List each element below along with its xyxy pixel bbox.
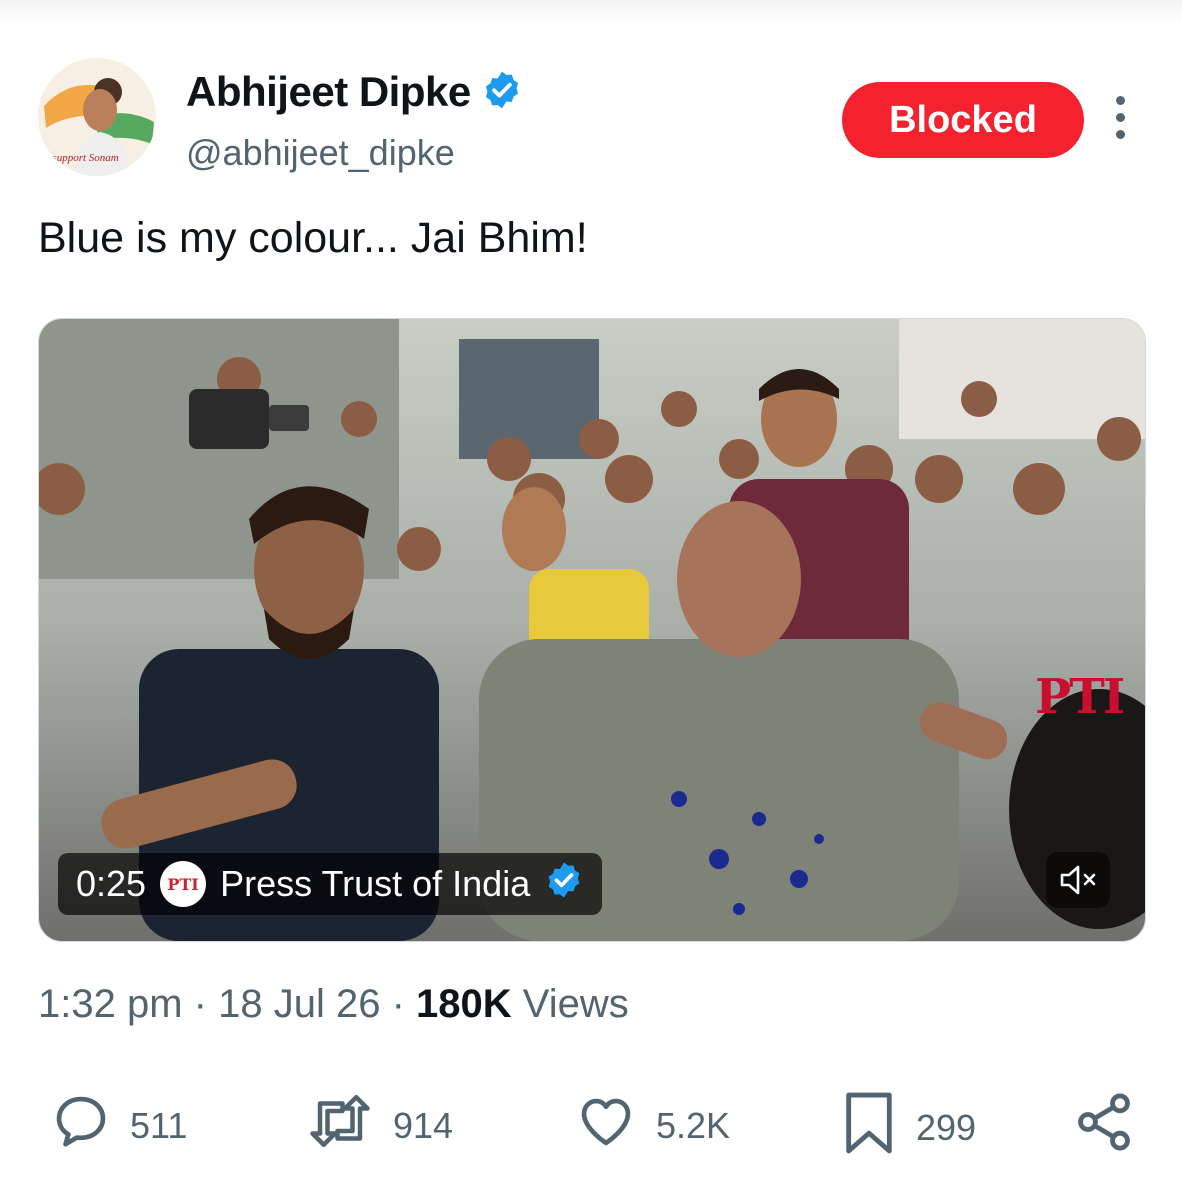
heart-icon bbox=[574, 1090, 638, 1161]
share-icon bbox=[1072, 1090, 1136, 1163]
like-count: 5.2K bbox=[656, 1104, 731, 1146]
like-button[interactable]: 5.2K bbox=[574, 1090, 730, 1161]
avatar-caption: I support Sonam bbox=[45, 152, 119, 164]
share-button[interactable] bbox=[1072, 1090, 1136, 1163]
author-name[interactable]: Abhijeet Dipke bbox=[186, 68, 471, 116]
views-label: Views bbox=[522, 982, 629, 1026]
views-count: 180K bbox=[416, 982, 512, 1026]
reply-icon bbox=[50, 1090, 112, 1161]
blocked-button[interactable]: Blocked bbox=[842, 82, 1084, 158]
author-name-row: Abhijeet Dipke bbox=[186, 68, 523, 116]
source-verified-icon bbox=[544, 860, 584, 909]
video-frame bbox=[39, 319, 1145, 941]
repost-button[interactable]: 914 bbox=[305, 1090, 453, 1161]
avatar[interactable]: I support Sonam bbox=[38, 58, 156, 176]
tweet-time[interactable]: 1:32 pm bbox=[38, 982, 183, 1026]
bookmark-icon bbox=[840, 1090, 898, 1165]
pti-watermark: PTI bbox=[1035, 669, 1125, 725]
video-player[interactable]: PTI bbox=[38, 318, 1146, 942]
repost-icon bbox=[305, 1090, 375, 1161]
bookmark-button[interactable]: 299 bbox=[840, 1090, 976, 1165]
more-options-icon[interactable] bbox=[1106, 96, 1134, 146]
action-bar: 511 914 5.2K 299 bbox=[0, 1090, 1182, 1166]
video-duration: 0:25 bbox=[76, 863, 147, 904]
bookmark-count: 299 bbox=[916, 1106, 977, 1148]
reply-button[interactable]: 511 bbox=[50, 1090, 187, 1161]
reply-count: 511 bbox=[130, 1104, 188, 1146]
avatar-image: I support Sonam bbox=[38, 58, 156, 176]
repost-count: 914 bbox=[393, 1104, 454, 1146]
source-name[interactable]: Press Trust of India bbox=[220, 863, 530, 905]
tweet-text: Blue is my colour... Jai Bhim! bbox=[38, 214, 588, 262]
tweet-meta: 1:32 pm · 18 Jul 26 · 180K Views bbox=[38, 982, 629, 1026]
video-info-pill: 0:25 PTI Press Trust of India bbox=[58, 853, 603, 915]
tweet-date[interactable]: 18 Jul 26 bbox=[218, 982, 380, 1026]
source-logo: PTI bbox=[160, 861, 207, 907]
top-edge bbox=[0, 0, 1182, 22]
verified-badge-icon bbox=[481, 69, 523, 116]
mute-toggle-icon[interactable] bbox=[1046, 852, 1110, 908]
author-handle[interactable]: @abhijeet_dipke bbox=[186, 132, 455, 174]
